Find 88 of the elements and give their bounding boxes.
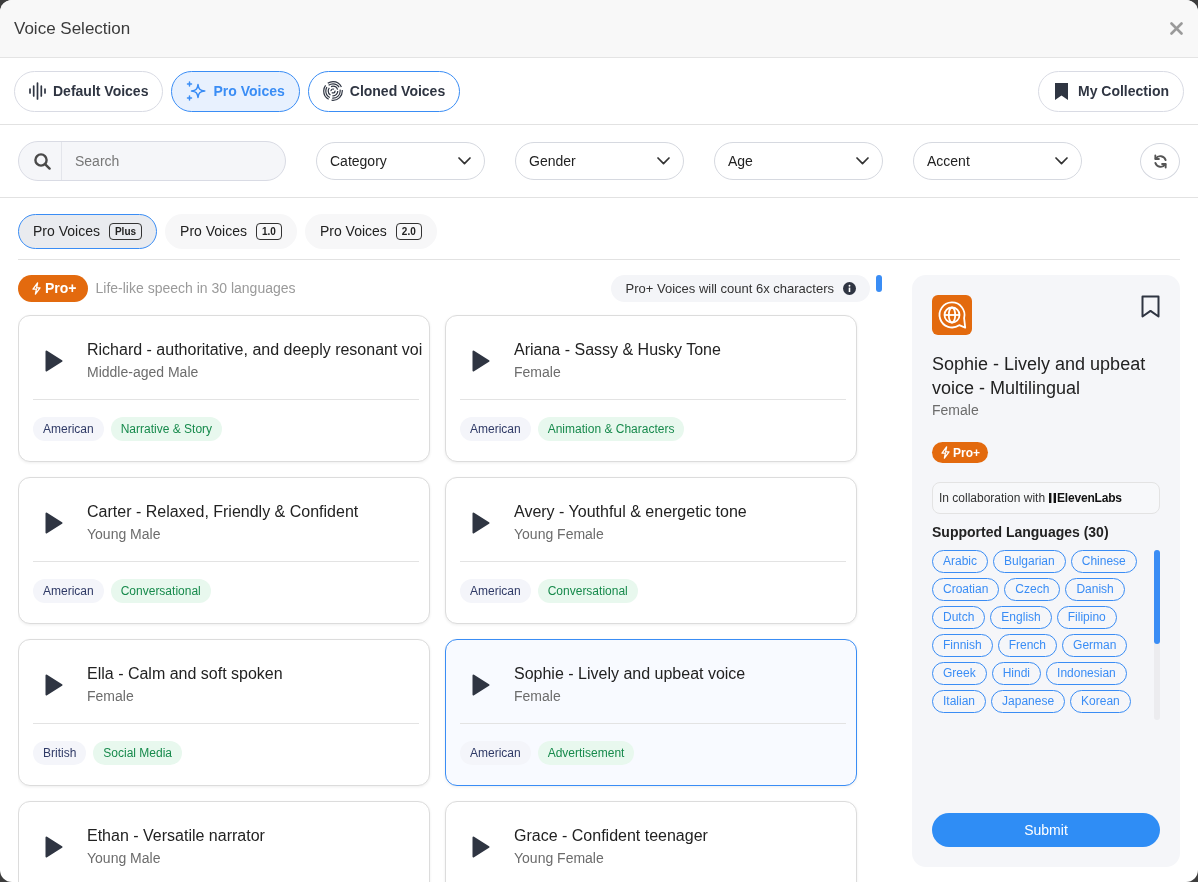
filter-dropdown[interactable]: Age (714, 142, 883, 180)
category-tag: Conversational (537, 579, 638, 603)
voice-description: Young Female (514, 848, 605, 868)
play-icon[interactable] (472, 673, 490, 696)
voice-title: Ariana - Sassy & Husky Tone (514, 339, 721, 360)
partner-name: ElevenLabs (1057, 490, 1122, 507)
accent-tag: American (460, 579, 531, 603)
voice-card[interactable]: Grace - Confident teenager Young Female (445, 801, 857, 882)
voice-type-tab[interactable]: Default Voices (14, 70, 164, 112)
accent-tag: American (460, 741, 531, 765)
accent-tag: American (460, 417, 531, 441)
voice-title: Ethan - Versatile narrator (87, 825, 265, 846)
play-icon[interactable] (472, 511, 490, 534)
play-icon[interactable] (45, 511, 63, 534)
waveform-icon (29, 82, 46, 100)
logo-bars-icon (1049, 493, 1057, 503)
search-field[interactable]: Search (18, 141, 286, 181)
voice-card[interactable]: Carter - Relaxed, Friendly & Confident Young Male American Conversational (18, 477, 430, 624)
version-tag: 1.0 (256, 223, 282, 240)
voice-description: Female (87, 686, 135, 706)
play-icon[interactable] (472, 349, 490, 372)
voice-description: Young Female (514, 524, 605, 544)
voice-card[interactable]: Ella - Calm and soft spoken Female British Social Media (18, 639, 430, 786)
scrollbar-thumb[interactable] (1154, 550, 1160, 644)
voice-card[interactable]: Richard - authoritative, and deeply resonant voi Middle-aged Male American Narrative & Story (18, 315, 430, 462)
dialog-title: Voice Selection (14, 17, 131, 40)
voice-title: Avery - Youthful & energetic tone (514, 501, 747, 522)
rings-icon (322, 81, 343, 101)
refresh-button[interactable] (1140, 142, 1180, 180)
category-tag: Conversational (110, 579, 211, 603)
close-icon[interactable] (1170, 22, 1183, 35)
tier-label: Pro+ (45, 279, 77, 298)
chevron-down-icon (1055, 157, 1068, 165)
play-icon[interactable] (45, 349, 63, 372)
voice-title: Sophie - Lively and upbeat voice (514, 663, 746, 684)
voice-description: Female (514, 686, 562, 706)
voice-card[interactable]: Sophie - Lively and upbeat voice Female American Advertisement (445, 639, 857, 786)
version-tab[interactable]: Pro Voices Plus (18, 214, 158, 249)
lightning-icon (32, 282, 41, 295)
details-subtitle: Female (932, 401, 980, 420)
accent-tag: British (33, 741, 87, 765)
version-tab[interactable]: Pro Voices 2.0 (304, 214, 437, 249)
tier-label: Pro+ (953, 444, 980, 462)
bookmark-icon[interactable] (1141, 295, 1160, 318)
sparkle-icon (186, 81, 207, 101)
version-tab[interactable]: Pro Voices 1.0 (165, 214, 297, 249)
play-icon[interactable] (45, 835, 63, 858)
voice-title: Richard - authoritative, and deeply resonant voi (87, 339, 423, 360)
voice-description: Female (514, 362, 562, 382)
voice-card[interactable]: Avery - Youthful & energetic tone Young Female American Conversational (445, 477, 857, 624)
accent-tag: American (33, 579, 104, 603)
refresh-icon (1152, 153, 1168, 169)
voice-title: Grace - Confident teenager (514, 825, 708, 846)
category-tag: Social Media (93, 741, 183, 765)
voice-description: Young Male (87, 524, 162, 544)
filter-dropdown[interactable]: Accent (913, 142, 1082, 180)
voice-type-tab[interactable]: Cloned Voices (307, 70, 461, 112)
scrollbar-thumb[interactable] (876, 275, 882, 292)
voice-title: Carter - Relaxed, Friendly & Confident (87, 501, 359, 522)
version-tag: 2.0 (395, 223, 422, 240)
languages-heading: Supported Languages (30) (932, 523, 1110, 542)
chevron-down-icon (657, 157, 670, 165)
filter-dropdown[interactable]: Category (316, 142, 485, 180)
chevron-down-icon (856, 157, 869, 165)
search-icon (33, 152, 51, 170)
filter-dropdown[interactable]: Gender (515, 142, 684, 180)
info-icon[interactable] (843, 282, 856, 295)
voice-card[interactable]: Ethan - Versatile narrator Young Male (18, 801, 430, 882)
voice-description: Young Male (87, 848, 162, 868)
version-tag: Plus (108, 223, 143, 240)
notice-text: Pro+ Voices will count 6x characters (625, 279, 834, 298)
globe-chat-icon (932, 295, 972, 335)
category-tag: Narrative & Story (110, 417, 223, 441)
voice-description: Middle-aged Male (87, 362, 200, 382)
my-collection-button[interactable]: My Collection (1038, 70, 1184, 112)
play-icon[interactable] (45, 673, 63, 696)
bookmark-icon (1055, 82, 1068, 100)
voice-title: Ella - Calm and soft spoken (87, 663, 283, 684)
collaboration-text: In collaboration with (939, 490, 1046, 507)
category-tag: Advertisement (537, 741, 635, 765)
lightning-icon (941, 446, 950, 459)
play-icon[interactable] (472, 835, 490, 858)
details-title: Sophie - Lively and upbeat voice - Multilingual (932, 353, 1147, 400)
category-tag: Animation & Characters (537, 417, 685, 441)
accent-tag: American (33, 417, 104, 441)
voice-card[interactable]: Ariana - Sassy & Husky Tone Female American Animation & Characters (445, 315, 857, 462)
chevron-down-icon (458, 157, 471, 165)
tier-description: Life-like speech in 30 languages (95, 279, 296, 298)
